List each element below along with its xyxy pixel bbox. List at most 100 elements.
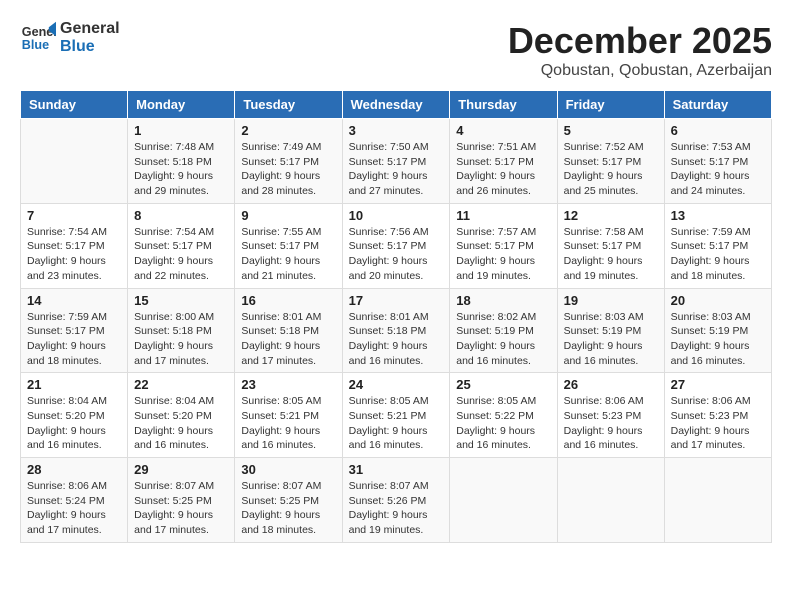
calendar-cell [450, 458, 557, 543]
day-number: 5 [564, 123, 658, 138]
day-number: 27 [671, 377, 765, 392]
day-info: Sunrise: 7:54 AMSunset: 5:17 PMDaylight:… [134, 225, 228, 284]
calendar-cell: 2Sunrise: 7:49 AMSunset: 5:17 PMDaylight… [235, 119, 342, 204]
day-info: Sunrise: 8:06 AMSunset: 5:24 PMDaylight:… [27, 479, 121, 538]
day-number: 30 [241, 462, 335, 477]
header-monday: Monday [128, 91, 235, 119]
day-info: Sunrise: 7:59 AMSunset: 5:17 PMDaylight:… [27, 310, 121, 369]
calendar-cell: 4 Sunrise: 7:51 AMSunset: 5:17 PMDaylight… [450, 119, 557, 204]
day-number: 21 [27, 377, 121, 392]
calendar-cell: 1 Sunrise: 7:48 AMSunset: 5:18 PMDaylight… [128, 119, 235, 204]
calendar-week-row: 14 Sunrise: 7:59 AMSunset: 5:17 PMDayligh… [21, 288, 772, 373]
day-info: Sunrise: 8:06 AMSunset: 5:23 PMDaylight:… [564, 394, 658, 453]
calendar-cell: 17 Sunrise: 8:01 AMSunset: 5:18 PMDayligh… [342, 288, 450, 373]
day-number: 1 [134, 123, 228, 138]
calendar-cell: 16 Sunrise: 8:01 AMSunset: 5:18 PMDayligh… [235, 288, 342, 373]
header-wednesday: Wednesday [342, 91, 450, 119]
day-number: 3 [349, 123, 444, 138]
day-number: 22 [134, 377, 228, 392]
calendar-cell: 20 Sunrise: 8:03 AMSunset: 5:19 PMDayligh… [664, 288, 771, 373]
calendar-title: December 2025 [508, 20, 772, 62]
day-number: 17 [349, 293, 444, 308]
day-number: 6 [671, 123, 765, 138]
day-info: Sunrise: 8:03 AMSunset: 5:19 PMDaylight:… [671, 310, 765, 369]
calendar-cell: 30 Sunrise: 8:07 AMSunset: 5:25 PMDayligh… [235, 458, 342, 543]
calendar-cell: 26Sunrise: 8:06 AMSunset: 5:23 PMDayligh… [557, 373, 664, 458]
calendar-header-row: SundayMondayTuesdayWednesdayThursdayFrid… [21, 91, 772, 119]
calendar-cell: 21 Sunrise: 8:04 AMSunset: 5:20 PMDayligh… [21, 373, 128, 458]
day-number: 20 [671, 293, 765, 308]
day-info: Sunrise: 7:53 AMSunset: 5:17 PMDaylight:… [671, 140, 765, 199]
day-number: 28 [27, 462, 121, 477]
day-info: Sunrise: 7:50 AMSunset: 5:17 PMDaylight:… [349, 140, 444, 199]
day-info: Sunrise: 7:59 AMSunset: 5:17 PMDaylight:… [671, 225, 765, 284]
header-sunday: Sunday [21, 91, 128, 119]
logo-general: General [60, 20, 120, 38]
day-info: Sunrise: 8:01 AMSunset: 5:18 PMDaylight:… [349, 310, 444, 369]
day-info: Sunrise: 8:07 AMSunset: 5:26 PMDaylight:… [349, 479, 444, 538]
day-info: Sunrise: 7:54 AMSunset: 5:17 PMDaylight:… [27, 225, 121, 284]
day-info: Sunrise: 8:04 AMSunset: 5:20 PMDaylight:… [27, 394, 121, 453]
day-info: Sunrise: 8:02 AMSunset: 5:19 PMDaylight:… [456, 310, 550, 369]
calendar-cell: 11Sunrise: 7:57 AMSunset: 5:17 PMDayligh… [450, 203, 557, 288]
calendar-cell: 7Sunrise: 7:54 AMSunset: 5:17 PMDaylight… [21, 203, 128, 288]
logo-blue: Blue [60, 38, 120, 56]
day-number: 31 [349, 462, 444, 477]
calendar-cell: 27 Sunrise: 8:06 AMSunset: 5:23 PMDayligh… [664, 373, 771, 458]
day-number: 16 [241, 293, 335, 308]
day-number: 23 [241, 377, 335, 392]
calendar-cell: 18 Sunrise: 8:02 AMSunset: 5:19 PMDayligh… [450, 288, 557, 373]
day-number: 14 [27, 293, 121, 308]
calendar-cell: 10 Sunrise: 7:56 AMSunset: 5:17 PMDayligh… [342, 203, 450, 288]
calendar-cell: 25Sunrise: 8:05 AMSunset: 5:22 PMDayligh… [450, 373, 557, 458]
day-info: Sunrise: 8:06 AMSunset: 5:23 PMDaylight:… [671, 394, 765, 453]
calendar-cell: 9Sunrise: 7:55 AMSunset: 5:17 PMDaylight… [235, 203, 342, 288]
calendar-week-row: 21 Sunrise: 8:04 AMSunset: 5:20 PMDayligh… [21, 373, 772, 458]
day-number: 15 [134, 293, 228, 308]
day-info: Sunrise: 8:05 AMSunset: 5:21 PMDaylight:… [241, 394, 335, 453]
day-number: 10 [349, 208, 444, 223]
calendar-cell: 24Sunrise: 8:05 AMSunset: 5:21 PMDayligh… [342, 373, 450, 458]
calendar-cell: 6 Sunrise: 7:53 AMSunset: 5:17 PMDaylight… [664, 119, 771, 204]
day-number: 19 [564, 293, 658, 308]
day-info: Sunrise: 8:03 AMSunset: 5:19 PMDaylight:… [564, 310, 658, 369]
calendar-cell [664, 458, 771, 543]
calendar-cell: 14 Sunrise: 7:59 AMSunset: 5:17 PMDayligh… [21, 288, 128, 373]
day-number: 25 [456, 377, 550, 392]
calendar-cell [21, 119, 128, 204]
calendar-cell: 22 Sunrise: 8:04 AMSunset: 5:20 PMDayligh… [128, 373, 235, 458]
day-info: Sunrise: 8:05 AMSunset: 5:21 PMDaylight:… [349, 394, 444, 453]
day-info: Sunrise: 7:48 AMSunset: 5:18 PMDaylight:… [134, 140, 228, 199]
day-number: 13 [671, 208, 765, 223]
day-info: Sunrise: 7:56 AMSunset: 5:17 PMDaylight:… [349, 225, 444, 284]
calendar-week-row: 1 Sunrise: 7:48 AMSunset: 5:18 PMDaylight… [21, 119, 772, 204]
day-info: Sunrise: 7:57 AMSunset: 5:17 PMDaylight:… [456, 225, 550, 284]
day-number: 4 [456, 123, 550, 138]
calendar-cell: 31 Sunrise: 8:07 AMSunset: 5:26 PMDayligh… [342, 458, 450, 543]
calendar-cell: 19 Sunrise: 8:03 AMSunset: 5:19 PMDayligh… [557, 288, 664, 373]
day-info: Sunrise: 8:04 AMSunset: 5:20 PMDaylight:… [134, 394, 228, 453]
day-number: 18 [456, 293, 550, 308]
calendar-cell: 13 Sunrise: 7:59 AMSunset: 5:17 PMDayligh… [664, 203, 771, 288]
day-info: Sunrise: 7:58 AMSunset: 5:17 PMDaylight:… [564, 225, 658, 284]
calendar-subtitle: Qobustan, Qobustan, Azerbaijan [508, 62, 772, 80]
calendar-cell: 15 Sunrise: 8:00 AMSunset: 5:18 PMDayligh… [128, 288, 235, 373]
logo: General Blue General Blue [20, 20, 120, 56]
day-info: Sunrise: 8:01 AMSunset: 5:18 PMDaylight:… [241, 310, 335, 369]
day-number: 12 [564, 208, 658, 223]
day-number: 8 [134, 208, 228, 223]
svg-text:Blue: Blue [22, 38, 49, 52]
day-info: Sunrise: 8:00 AMSunset: 5:18 PMDaylight:… [134, 310, 228, 369]
calendar-cell: 12 Sunrise: 7:58 AMSunset: 5:17 PMDayligh… [557, 203, 664, 288]
calendar-table: SundayMondayTuesdayWednesdayThursdayFrid… [20, 90, 772, 543]
day-info: Sunrise: 7:51 AMSunset: 5:17 PMDaylight:… [456, 140, 550, 199]
day-info: Sunrise: 8:07 AMSunset: 5:25 PMDaylight:… [241, 479, 335, 538]
day-info: Sunrise: 7:49 AMSunset: 5:17 PMDaylight:… [241, 140, 335, 199]
page-header: General Blue General Blue December 2025 … [20, 20, 772, 80]
calendar-week-row: 28 Sunrise: 8:06 AMSunset: 5:24 PMDayligh… [21, 458, 772, 543]
day-number: 9 [241, 208, 335, 223]
calendar-cell: 5Sunrise: 7:52 AMSunset: 5:17 PMDaylight… [557, 119, 664, 204]
calendar-cell: 3 Sunrise: 7:50 AMSunset: 5:17 PMDaylight… [342, 119, 450, 204]
calendar-title-block: December 2025 Qobustan, Qobustan, Azerba… [508, 20, 772, 80]
header-thursday: Thursday [450, 91, 557, 119]
